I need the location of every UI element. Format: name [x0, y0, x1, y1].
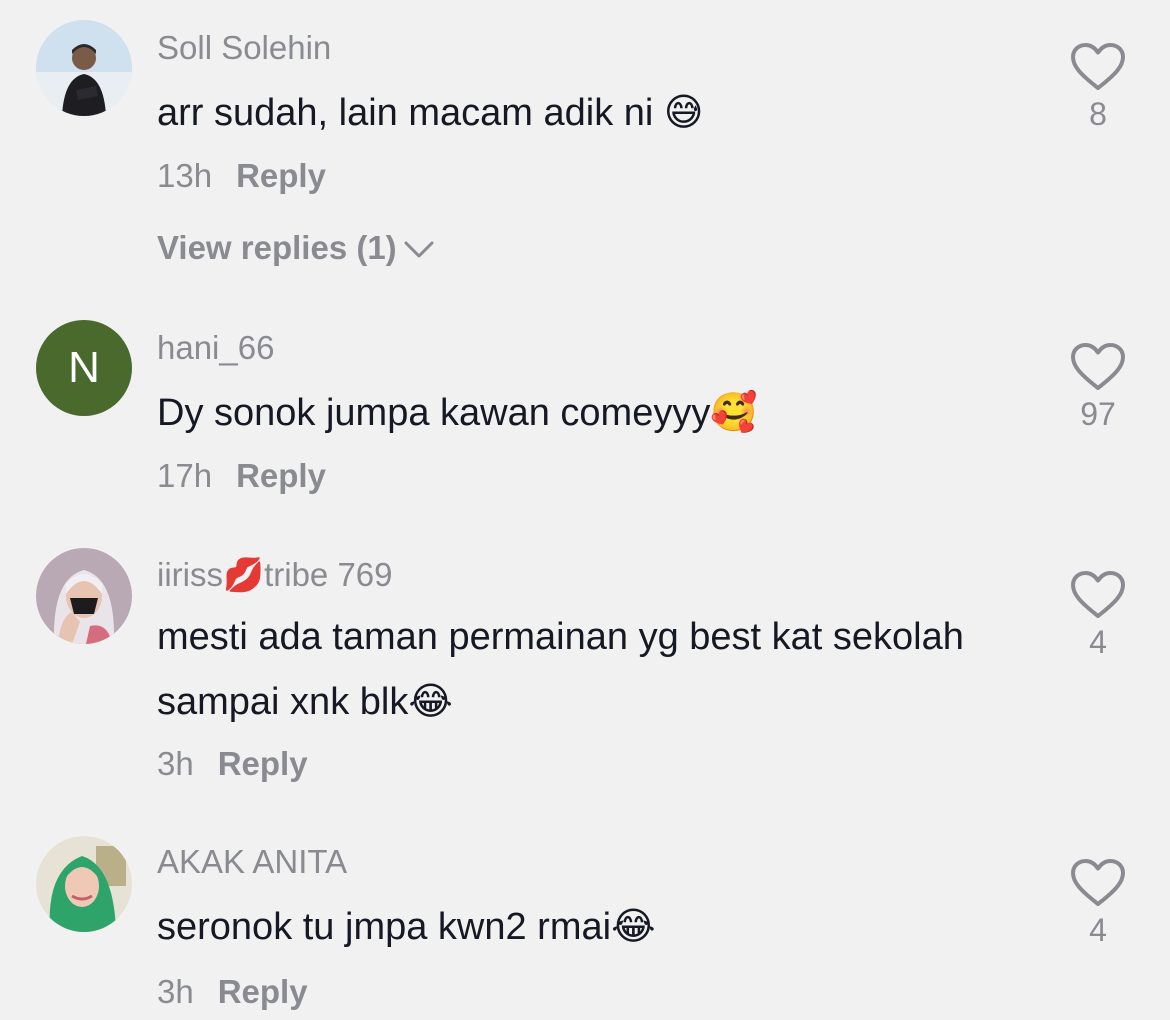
- reply-button[interactable]: Reply: [218, 745, 308, 782]
- comment-meta: 13h Reply: [157, 156, 326, 196]
- comment-time: 13h: [157, 157, 213, 194]
- comment-meta: 3h Reply: [157, 972, 308, 1012]
- comment-meta: 3h Reply: [157, 744, 308, 784]
- comment-text: arr sudah, lain macam adik ni 😅: [157, 80, 987, 145]
- avatar-photo: [36, 20, 132, 116]
- avatar-photo: [36, 548, 132, 644]
- comment-username[interactable]: Soll Solehin: [157, 28, 331, 68]
- comment-text: seronok tu jmpa kwn2 rmai😂: [157, 894, 987, 959]
- like-count: 4: [1089, 624, 1107, 660]
- smiling-hearts-emoji: 🥰: [710, 390, 758, 434]
- comment-time: 17h: [157, 457, 213, 494]
- comment-time: 3h: [157, 973, 194, 1010]
- chevron-down-icon: [404, 241, 434, 258]
- comment-text: Dy sonok jumpa kawan comeyyy🥰: [157, 380, 987, 445]
- heart-outline-icon: [1071, 571, 1125, 618]
- avatar-letter: N: [68, 343, 100, 392]
- lips-emoji: 💋: [222, 555, 265, 594]
- reply-button[interactable]: Reply: [236, 457, 326, 494]
- avatar[interactable]: [36, 548, 132, 644]
- heart-outline-icon: [1071, 343, 1125, 390]
- like-count: 8: [1089, 96, 1107, 132]
- like-count: 4: [1089, 912, 1107, 948]
- view-replies-label: View replies (1): [157, 229, 397, 266]
- like-button[interactable]: 97: [1066, 342, 1130, 432]
- comment-username[interactable]: hani_66: [157, 328, 274, 368]
- avatar[interactable]: [36, 836, 132, 932]
- comment-text-body: mesti ada taman permainan yg best kat se…: [157, 616, 964, 723]
- comment-text: mesti ada taman permainan yg best kat se…: [157, 605, 987, 734]
- comment-time: 3h: [157, 745, 194, 782]
- heart-outline-icon: [1071, 859, 1125, 906]
- like-button[interactable]: 4: [1066, 570, 1130, 660]
- comment-meta: 17h Reply: [157, 456, 326, 496]
- avatar[interactable]: [36, 20, 132, 116]
- heart-outline-icon: [1071, 43, 1125, 90]
- comment-text-body: seronok tu jmpa kwn2 rmai: [157, 906, 612, 948]
- comment-text-body: Dy sonok jumpa kawan comeyyy: [157, 392, 711, 434]
- sweat-smile-emoji: 😅: [663, 90, 704, 134]
- username-part: tribe 769: [264, 556, 393, 593]
- view-replies-button[interactable]: View replies (1): [157, 228, 435, 268]
- like-button[interactable]: 4: [1066, 858, 1130, 948]
- avatar-photo: [36, 836, 132, 932]
- username-part: iiriss: [157, 556, 223, 593]
- avatar[interactable]: N: [36, 320, 132, 416]
- reply-button[interactable]: Reply: [218, 973, 308, 1010]
- comment-text-body: arr sudah, lain macam adik ni: [157, 92, 664, 134]
- tears-of-joy-emoji: 😂: [408, 679, 453, 723]
- like-count: 97: [1080, 396, 1116, 432]
- tears-of-joy-emoji: 😂: [611, 904, 656, 948]
- comment-username[interactable]: AKAK ANITA: [157, 842, 347, 882]
- comment-username[interactable]: iiriss💋tribe 769: [157, 555, 393, 595]
- like-button[interactable]: 8: [1066, 42, 1130, 132]
- reply-button[interactable]: Reply: [236, 157, 326, 194]
